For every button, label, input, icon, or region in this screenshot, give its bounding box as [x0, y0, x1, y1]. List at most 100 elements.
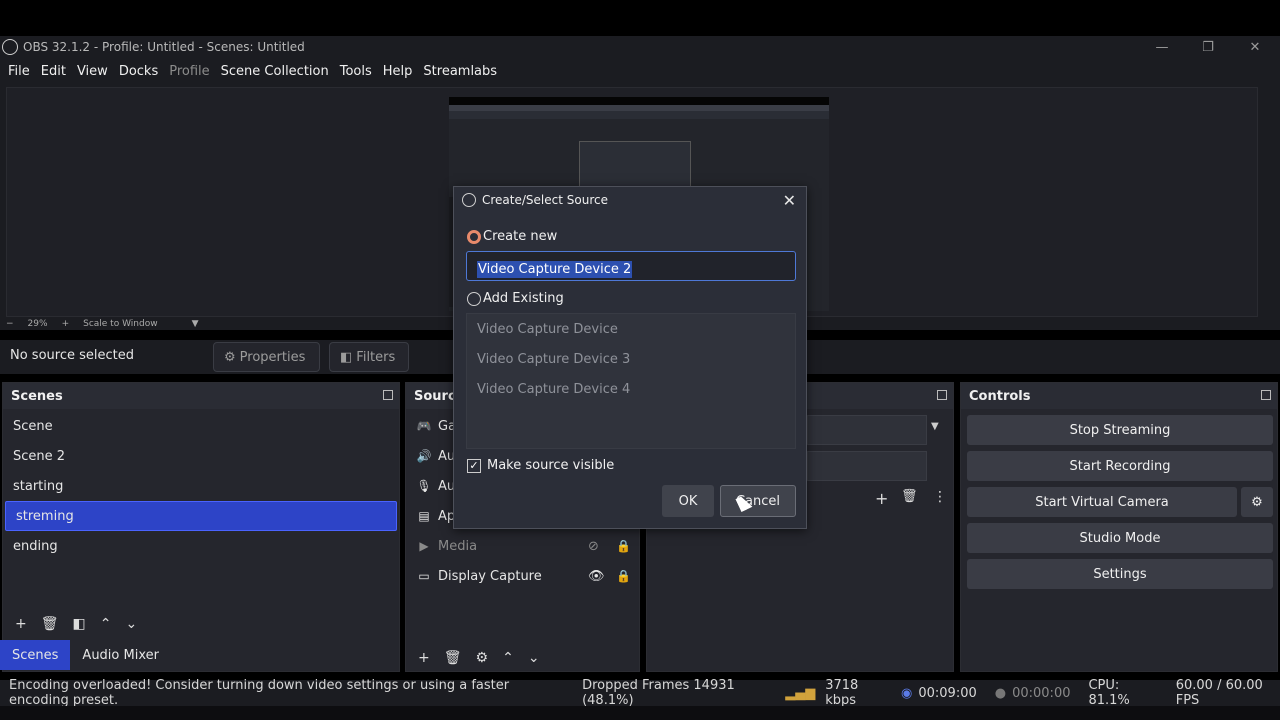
menu-file[interactable]: File: [8, 64, 30, 79]
make-visible-checkbox[interactable]: ✓ Make source visible: [467, 458, 614, 473]
scene-item[interactable]: ending: [3, 531, 399, 561]
add-existing-radio[interactable]: Add Existing: [467, 291, 564, 306]
float-dock-icon[interactable]: [383, 390, 393, 400]
create-select-source-dialog: Create/Select Source ✕ Create new Video …: [453, 186, 807, 529]
zoom-in-button[interactable]: +: [62, 319, 70, 329]
filters-label: Filters: [356, 349, 396, 365]
chevron-down-icon[interactable]: ⌄: [125, 616, 137, 632]
menu-scene-collection[interactable]: Scene Collection: [221, 64, 329, 79]
source-name-input[interactable]: Video Capture Device 2: [466, 251, 796, 281]
list-item[interactable]: Video Capture Device 3: [467, 344, 795, 374]
menu-streamlabs[interactable]: Streamlabs: [423, 64, 497, 79]
trash-icon[interactable]: 🗑: [41, 616, 59, 632]
signal-icon: ▂▄▆: [785, 685, 816, 701]
chevron-up-icon[interactable]: ⌃: [502, 650, 514, 666]
menu-docks[interactable]: Docks: [119, 64, 158, 79]
float-dock-icon[interactable]: [1261, 390, 1271, 400]
properties-label: Properties: [239, 349, 306, 365]
eye-hidden-icon[interactable]: ⊘: [588, 539, 599, 554]
ok-button[interactable]: OK: [662, 485, 714, 517]
menu-view[interactable]: View: [77, 64, 108, 79]
more-icon[interactable]: ⋮: [933, 489, 947, 505]
settings-button[interactable]: Settings: [967, 559, 1273, 589]
play-icon: ▶: [419, 539, 429, 553]
studio-mode-button[interactable]: Studio Mode: [967, 523, 1273, 553]
stop-streaming-button[interactable]: Stop Streaming: [967, 415, 1273, 445]
tab-audio-mixer[interactable]: Audio Mixer: [70, 640, 171, 670]
properties-button[interactable]: ⚙ Properties: [213, 342, 320, 372]
dialog-title-bar: Create/Select Source: [462, 193, 608, 207]
speaker-icon: 🔊: [416, 449, 432, 463]
window-title: OBS 32.1.2 - Profile: Untitled - Scenes:…: [23, 40, 305, 54]
start-recording-button[interactable]: Start Recording: [967, 451, 1273, 481]
add-icon[interactable]: +: [418, 650, 430, 666]
source-name-value: Video Capture Device 2: [477, 261, 633, 278]
add-icon[interactable]: +: [15, 616, 27, 632]
no-source-label: No source selected: [10, 348, 134, 363]
microphone-icon: 🎙: [416, 479, 432, 493]
chevron-down-icon[interactable]: ▼: [192, 319, 199, 329]
dialog-title: Create/Select Source: [482, 193, 608, 207]
scene-item-selected[interactable]: streming: [5, 501, 397, 531]
filters-button[interactable]: ◧ Filters: [329, 342, 409, 372]
lock-icon[interactable]: 🔒: [616, 539, 631, 553]
minimize-button[interactable]: —: [1139, 36, 1185, 58]
radio-checked-icon: [467, 229, 481, 244]
source-item[interactable]: ▶ Media ⊘ 🔒: [406, 531, 639, 561]
scene-item[interactable]: Scene 2: [3, 441, 399, 471]
trash-icon[interactable]: 🗑: [901, 489, 918, 504]
close-window-button[interactable]: ✕: [1232, 36, 1278, 58]
controls-dock: Controls Stop Streaming Start Recording …: [960, 382, 1278, 672]
menu-help[interactable]: Help: [383, 64, 413, 79]
chevron-down-icon[interactable]: ▼: [931, 421, 939, 432]
start-virtual-camera-button[interactable]: Start Virtual Camera: [967, 487, 1237, 517]
gear-icon: ⚙: [224, 349, 236, 365]
chevron-up-icon[interactable]: ⌃: [100, 616, 112, 632]
monitor-icon: ▭: [418, 569, 430, 583]
screen-top-black-bar: [0, 0, 1280, 36]
make-visible-label: Make source visible: [487, 458, 615, 473]
scene-item[interactable]: starting: [3, 471, 399, 501]
transition-select[interactable]: [807, 415, 927, 445]
status-message: Encoding overloaded! Consider turning do…: [9, 678, 510, 708]
float-dock-icon[interactable]: [937, 390, 947, 400]
lock-icon[interactable]: 🔒: [616, 569, 631, 583]
record-icon: ●: [994, 685, 1007, 701]
obs-logo-icon: [2, 39, 18, 55]
zoom-out-button[interactable]: −: [6, 319, 14, 329]
eye-icon[interactable]: 👁: [588, 569, 605, 584]
filter-icon[interactable]: ◧: [73, 616, 86, 632]
source-item[interactable]: ▭ Display Capture 👁 🔒: [406, 561, 639, 591]
chevron-down-icon[interactable]: ⌄: [528, 650, 540, 666]
gear-icon[interactable]: ⚙: [476, 650, 489, 666]
close-icon[interactable]: ✕: [783, 191, 796, 210]
cancel-button[interactable]: Cancel: [720, 485, 796, 517]
stream-live-icon: ◉: [901, 685, 913, 701]
source-label: Display Capture: [438, 568, 542, 584]
existing-sources-list: Video Capture Device Video Capture Devic…: [466, 313, 796, 449]
create-new-radio[interactable]: Create new: [467, 229, 557, 244]
list-item[interactable]: Video Capture Device 4: [467, 374, 795, 404]
scene-item[interactable]: Scene: [3, 411, 399, 441]
dropped-frames: Dropped Frames 14931 (48.1%): [582, 678, 735, 708]
trash-icon[interactable]: 🗑: [444, 650, 462, 666]
menu-tools[interactable]: Tools: [340, 64, 372, 79]
add-icon[interactable]: +: [875, 489, 888, 508]
tab-scenes[interactable]: Scenes: [0, 640, 71, 670]
scenes-dock: Scenes Scene Scene 2 starting streming e…: [2, 382, 400, 672]
create-new-label: Create new: [483, 229, 558, 244]
menu-edit[interactable]: Edit: [41, 64, 66, 79]
source-label: Media: [438, 538, 478, 554]
scale-mode[interactable]: Scale to Window: [83, 319, 157, 329]
add-existing-label: Add Existing: [483, 291, 564, 306]
scenes-dock-footer: + 🗑 ◧ ⌃ ⌄: [3, 611, 139, 637]
fps: 60.00 / 60.00 FPS: [1175, 678, 1263, 708]
canvas-thumb-top: [449, 97, 829, 105]
virtual-camera-settings-button[interactable]: ⚙: [1241, 487, 1273, 517]
duration-field[interactable]: [807, 451, 927, 481]
canvas-thumb-dialog: [579, 141, 691, 189]
scenes-dock-title: Scenes: [11, 388, 63, 404]
restore-button[interactable]: ❐: [1185, 36, 1231, 58]
menu-profile[interactable]: Profile: [169, 64, 209, 79]
list-item[interactable]: Video Capture Device: [467, 314, 795, 344]
